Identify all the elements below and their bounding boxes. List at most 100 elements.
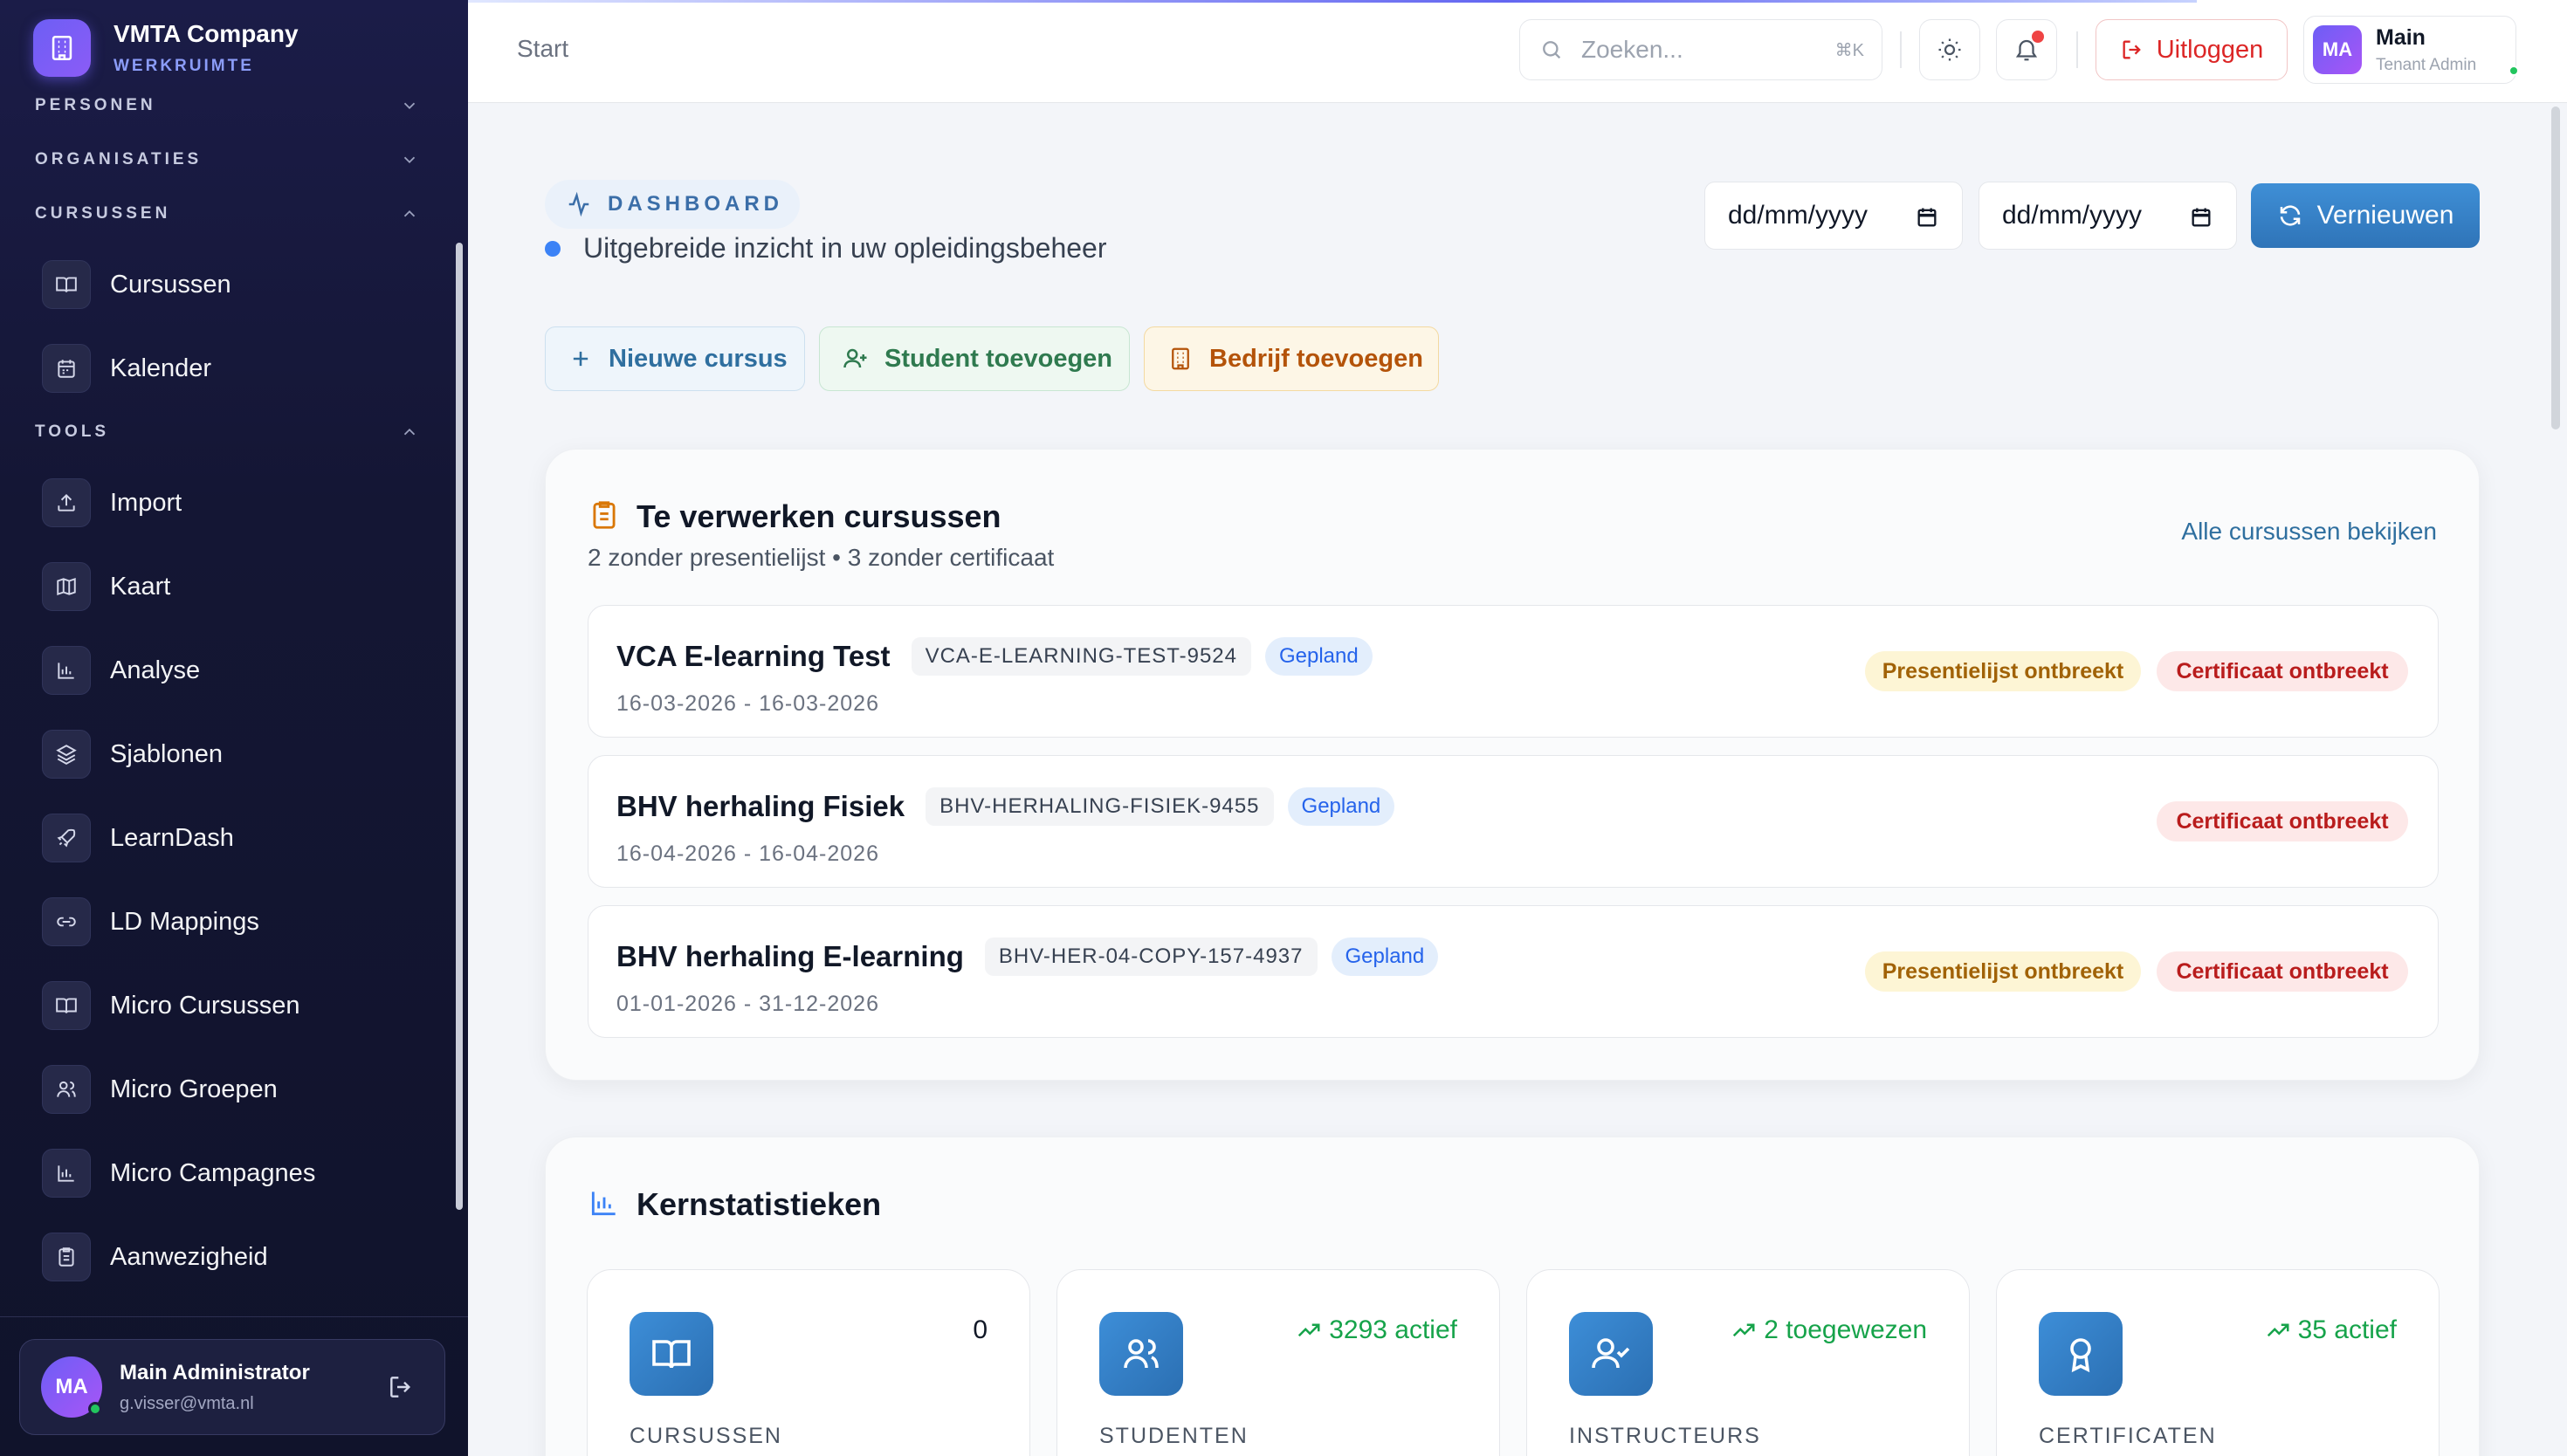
course-code: BHV-HERHALING-FISIEK-9455 <box>926 787 1274 826</box>
section-tools[interactable]: TOOLS <box>35 422 419 442</box>
avatar: MA <box>2313 25 2362 74</box>
sidebar-profile[interactable]: MA Main Administrator g.visser@vmta.nl <box>19 1339 445 1435</box>
logout-icon[interactable] <box>387 1373 415 1401</box>
sidebar-item-sjablonen[interactable]: Sjablonen <box>42 723 426 786</box>
date-to-input[interactable]: dd/mm/yyyy <box>1979 182 2237 250</box>
theme-toggle-button[interactable] <box>1919 19 1980 80</box>
sun-icon <box>1938 38 1961 61</box>
chevron-down-icon <box>403 102 416 110</box>
course-code: VCA-E-LEARNING-TEST-9524 <box>911 637 1251 676</box>
sidebar-item-cursussen[interactable]: Cursussen <box>42 253 426 316</box>
course-row[interactable]: BHV herhaling Fisiek BHV-HERHALING-FISIE… <box>588 755 2439 888</box>
section-label: PERSONEN <box>35 96 156 114</box>
clipboard-list-icon <box>593 501 616 529</box>
brand[interactable]: VMTA Company WERKRUIMTE <box>33 19 299 77</box>
clipboard-icon <box>42 1233 91 1281</box>
online-status-dot <box>88 1402 102 1416</box>
course-dates: 01-01-2026 - 31-12-2026 <box>616 992 879 1016</box>
sidebar-item-label: Cursussen <box>110 270 231 299</box>
stat-card-studenten[interactable]: 3293 actief STUDENTEN <box>1056 1269 1500 1456</box>
missing-certificate-badge: Certificaat ontbreekt <box>2157 801 2408 841</box>
key-stats-title: Kernstatistieken <box>637 1186 882 1222</box>
course-dates: 16-03-2026 - 16-03-2026 <box>616 691 879 716</box>
notifications-button[interactable] <box>1996 19 2057 80</box>
stat-card-instructeurs[interactable]: 2 toegewezen INSTRUCTEURS <box>1526 1269 1970 1456</box>
stat-card-certificaten[interactable]: 35 actief CERTIFICATEN <box>1996 1269 2440 1456</box>
page-title: DASHBOARD <box>608 192 783 216</box>
stat-value: 3293 actief <box>1329 1315 1457 1344</box>
layers-icon <box>42 730 91 779</box>
course-code: BHV-HER-04-COPY-157-4937 <box>984 937 1318 976</box>
status-badge: Gepland <box>1331 937 1439 976</box>
sidebar-item-ld-mappings[interactable]: LD Mappings <box>42 890 426 953</box>
page-subtitle: Uitgebreide inzicht in uw opleidingsbehe… <box>545 232 1106 264</box>
search-placeholder: Zoeken... <box>1581 36 1683 63</box>
stat-value: 0 <box>973 1315 988 1344</box>
section-cursussen[interactable]: CURSUSSEN <box>35 204 419 223</box>
stat-label: CERTIFICATEN <box>2039 1424 2217 1448</box>
chevron-down-icon <box>403 156 416 164</box>
plus-icon <box>573 351 588 367</box>
section-organisaties[interactable]: ORGANISATIES <box>35 150 419 169</box>
user-menu[interactable]: MA Main Tenant Admin <box>2303 16 2519 84</box>
sidebar-item-kaart[interactable]: Kaart <box>42 555 426 618</box>
course-row[interactable]: VCA E-learning Test VCA-E-LEARNING-TEST-… <box>588 605 2439 738</box>
date-from-input[interactable]: dd/mm/yyyy <box>1704 182 1963 250</box>
sidebar-item-micro-groepen[interactable]: Micro Groepen <box>42 1058 426 1121</box>
users-icon <box>1099 1312 1183 1396</box>
refresh-label: Vernieuwen <box>2316 201 2454 230</box>
trending-up-icon <box>1733 1323 1755 1337</box>
course-row[interactable]: BHV herhaling E-learning BHV-HER-04-COPY… <box>588 905 2439 1038</box>
user-name: Main <box>2376 24 2426 50</box>
missing-presence-badge: Presentielijst ontbreekt <box>1865 651 2141 691</box>
sidebar-item-micro-campagnes[interactable]: Micro Campagnes <box>42 1142 426 1205</box>
view-all-courses-link[interactable]: Alle cursussen bekijken <box>2181 518 2437 546</box>
notification-dot <box>2032 31 2044 43</box>
sidebar-item-aanwezigheid[interactable]: Aanwezigheid <box>42 1226 426 1288</box>
sidebar-item-import[interactable]: Import <box>42 471 426 534</box>
stat-value: 35 actief <box>2297 1315 2397 1344</box>
sidebar-item-label: Aanwezigheid <box>110 1242 268 1271</box>
calendar-icon <box>1917 208 1937 227</box>
pending-courses-title: Te verwerken cursussen <box>637 498 1001 534</box>
sidebar-item-label: Micro Groepen <box>110 1075 278 1103</box>
sidebar-item-micro-cursussen[interactable]: Micro Cursussen <box>42 974 426 1037</box>
missing-presence-badge: Presentielijst ontbreekt <box>1865 951 2141 992</box>
missing-certificate-badge: Certificaat ontbreekt <box>2157 651 2408 691</box>
sidebar-item-label: LD Mappings <box>110 907 259 936</box>
add-company-button[interactable]: Bedrijf toevoegen <box>1144 326 1439 391</box>
logout-icon <box>2123 40 2141 59</box>
sidebar-item-label: Kaart <box>110 572 171 601</box>
logout-button[interactable]: Uitloggen <box>2096 19 2288 80</box>
divider <box>1900 31 1902 68</box>
link-icon <box>42 897 91 946</box>
pending-courses-card: Te verwerken cursussen 2 zonder presenti… <box>545 449 2480 1081</box>
brand-name: VMTA Company <box>114 20 299 47</box>
stat-card-cursussen[interactable]: 0 CURSUSSEN <box>587 1269 1030 1456</box>
dashboard-pill: DASHBOARD <box>545 180 800 229</box>
logout-label: Uitloggen <box>2156 35 2264 64</box>
sidebar-item-kalender[interactable]: Kalender <box>42 337 426 400</box>
page-scrollbar[interactable] <box>2551 106 2560 429</box>
new-course-label: Nieuwe cursus <box>609 344 788 373</box>
profile-email: g.visser@vmta.nl <box>120 1393 254 1413</box>
breadcrumb[interactable]: Start <box>517 35 568 63</box>
section-label: ORGANISATIES <box>35 150 203 168</box>
sidebar-item-learndash[interactable]: LearnDash <box>42 807 426 869</box>
refresh-button[interactable]: Vernieuwen <box>2251 183 2480 248</box>
sidebar-item-analyse[interactable]: Analyse <box>42 639 426 702</box>
add-student-button[interactable]: Student toevoegen <box>819 326 1130 391</box>
status-dot <box>545 240 561 257</box>
stat-label: STUDENTEN <box>1099 1424 1249 1448</box>
sidebar-scrollbar[interactable] <box>456 243 463 1210</box>
section-personen[interactable]: PERSONEN <box>35 96 419 115</box>
trending-up-icon <box>1298 1323 1320 1337</box>
search-input[interactable]: Zoeken... ⌘K <box>1519 19 1882 80</box>
map-icon <box>42 562 91 611</box>
missing-certificate-badge: Certificaat ontbreekt <box>2157 951 2408 992</box>
new-course-button[interactable]: Nieuwe cursus <box>545 326 805 391</box>
stat-label: INSTRUCTEURS <box>1569 1424 1761 1448</box>
top-bar: Start Zoeken... ⌘K Uitloggen MA Main Ten… <box>468 0 2567 103</box>
section-label: CURSUSSEN <box>35 204 171 223</box>
sidebar-item-label: LearnDash <box>110 823 234 852</box>
